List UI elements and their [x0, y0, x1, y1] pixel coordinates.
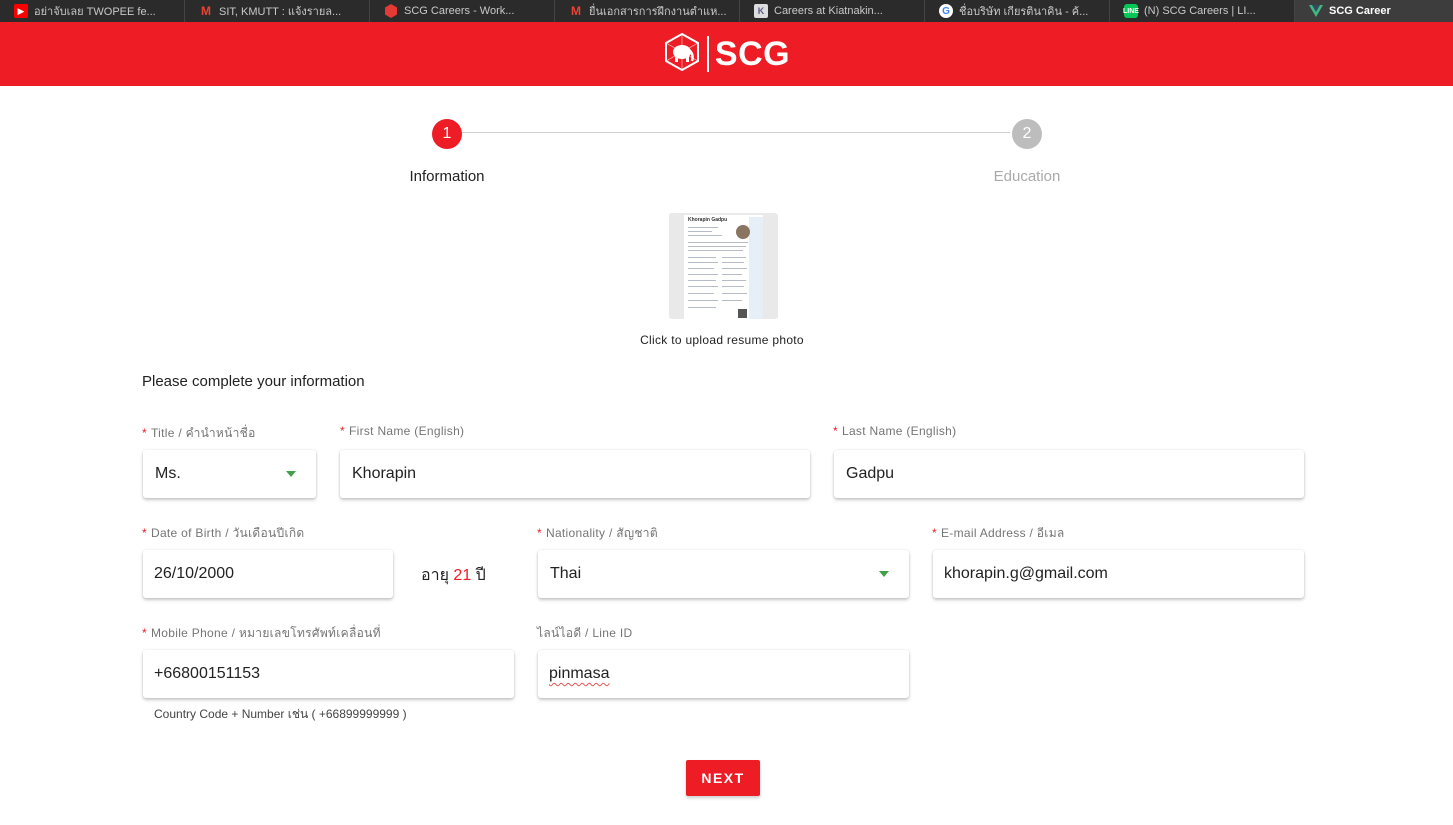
step-1-label: Information — [409, 168, 485, 185]
age-display: อายุ 21 ปี — [421, 567, 486, 584]
logo-text: SCG — [706, 36, 790, 72]
google-icon: G — [939, 4, 953, 18]
line-id-value: pinmasa — [549, 665, 610, 682]
step-2-label: Education — [993, 168, 1061, 185]
gmail-icon: M — [201, 4, 211, 18]
dob-label: * Date of Birth / วันเดือนปีเกิด — [142, 526, 305, 540]
required-mark: * — [833, 424, 838, 438]
line-id-input[interactable]: pinmasa — [538, 650, 909, 698]
resume-name: Khorapin Gadpu — [688, 217, 728, 223]
required-mark: * — [142, 626, 147, 640]
first-name-value: Khorapin — [352, 465, 417, 482]
resume-photo-upload[interactable]: Khorapin Gadpu — [669, 213, 778, 319]
tab-label: ชื่อบริษัท เกียรตินาคิน - ค้... — [959, 6, 1089, 18]
form-section-title: Please complete your information — [142, 373, 365, 390]
youtube-icon: ▶ — [14, 4, 28, 18]
dropdown-caret-icon — [879, 571, 889, 577]
tab-label: SIT, KMUTT : แจ้งรายล... — [219, 6, 342, 18]
mobile-value: +66800151153 — [154, 665, 261, 682]
nationality-select[interactable]: Thai — [538, 550, 909, 598]
tab-label: SCG Careers - Work... — [404, 5, 515, 17]
required-mark: * — [932, 526, 937, 540]
next-button[interactable]: NEXT — [686, 760, 760, 796]
email-input[interactable]: khorapin.g@gmail.com — [933, 550, 1304, 598]
required-mark: * — [142, 526, 147, 540]
nationality-label: * Nationality / สัญชาติ — [537, 526, 658, 540]
browser-tab[interactable]: K Careers at Kiatnakin... — [740, 0, 925, 22]
required-mark: * — [142, 426, 147, 440]
scg-logo[interactable]: SCG — [663, 32, 790, 76]
email-value: khorapin.g@gmail.com — [944, 565, 1108, 582]
tab-label: SCG Career — [1329, 5, 1391, 17]
dob-value: 26/10/2000 — [154, 565, 235, 582]
browser-tab[interactable]: ▶ อย่าจับเลย TWOPEE fe... — [0, 0, 185, 22]
site-header: SCG — [0, 22, 1453, 86]
mobile-hint: Country Code + Number เช่น ( +6689999999… — [154, 707, 407, 721]
title-value: Ms. — [155, 465, 181, 482]
title-field-label: * Title / คำนำหน้าชื่อ — [142, 426, 256, 440]
kiatnakin-icon: K — [754, 4, 768, 18]
first-name-label: * First Name (English) — [340, 424, 465, 438]
last-name-input[interactable]: Gadpu — [834, 450, 1304, 498]
qr-code — [738, 309, 747, 318]
elephant-icon — [663, 32, 701, 76]
nationality-value: Thai — [550, 565, 582, 582]
required-mark: * — [340, 424, 345, 438]
line-icon: LINE — [1123, 4, 1139, 18]
profile-photo — [736, 225, 750, 239]
email-label: * E-mail Address / อีเมล — [932, 526, 1065, 540]
browser-tab[interactable]: SCG Careers - Work... — [370, 0, 555, 22]
browser-tab[interactable]: LINE (N) SCG Careers | LI... — [1110, 0, 1295, 22]
tab-label: อย่าจับเลย TWOPEE fe... — [34, 6, 156, 18]
mobile-label: * Mobile Phone / หมายเลขโทรศัพท์เคลื่อนที… — [142, 626, 381, 640]
mobile-input[interactable]: +66800151153 — [143, 650, 514, 698]
last-name-label: * Last Name (English) — [833, 424, 957, 438]
tab-label: Careers at Kiatnakin... — [774, 5, 883, 17]
browser-tab-active[interactable]: SCG Career — [1295, 0, 1453, 22]
vue-icon — [1309, 4, 1323, 18]
scg-hex-icon — [384, 4, 398, 18]
stepper-connector — [462, 132, 1010, 133]
dropdown-caret-icon — [286, 471, 296, 477]
step-1-indicator[interactable]: 1 — [432, 119, 462, 149]
first-name-input[interactable]: Khorapin — [340, 450, 810, 498]
line-id-label: ไลน์ไอดี / Line ID — [537, 626, 633, 640]
upload-caption[interactable]: Click to upload resume photo — [572, 333, 872, 347]
resume-thumbnail: Khorapin Gadpu — [684, 215, 763, 319]
browser-tab[interactable]: M ยื่นเอกสารการฝึกงานตำแห... — [555, 0, 740, 22]
gmail-icon: M — [571, 4, 581, 18]
browser-tab-strip: ▶ อย่าจับเลย TWOPEE fe... M SIT, KMUTT :… — [0, 0, 1453, 22]
required-mark: * — [537, 526, 542, 540]
age-value: 21 — [453, 567, 472, 584]
browser-tab[interactable]: G ชื่อบริษัท เกียรตินาคิน - ค้... — [925, 0, 1110, 22]
title-select[interactable]: Ms. — [143, 450, 316, 498]
dob-input[interactable]: 26/10/2000 — [143, 550, 393, 598]
step-2-indicator[interactable]: 2 — [1012, 119, 1042, 149]
tab-label: ยื่นเอกสารการฝึกงานตำแห... — [589, 6, 727, 18]
browser-tab[interactable]: M SIT, KMUTT : แจ้งรายล... — [185, 0, 370, 22]
last-name-value: Gadpu — [846, 465, 895, 482]
tab-label: (N) SCG Careers | LI... — [1144, 5, 1256, 17]
